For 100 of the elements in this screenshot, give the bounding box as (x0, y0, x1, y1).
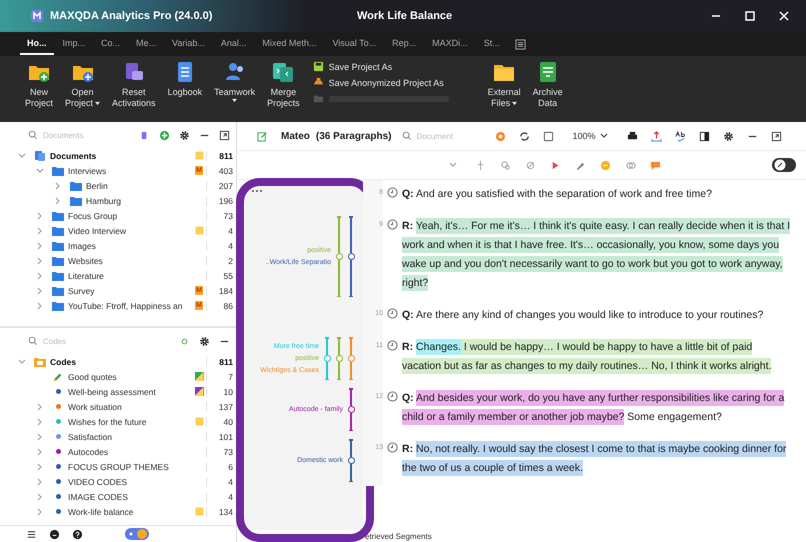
tree-item-label[interactable]: Focus Group (68, 210, 192, 220)
close-icon[interactable] (778, 10, 790, 22)
ribbon-tab[interactable]: Rep... (385, 33, 424, 55)
ribbon-small-button[interactable]: Save Anonymized Project As (312, 76, 449, 89)
ribbon-small-button[interactable]: Save Project As (312, 60, 449, 73)
ribbon-button[interactable]: New Project (22, 60, 56, 109)
tree-item-label[interactable]: Well-being assessment (68, 386, 192, 396)
search-field[interactable]: Document (414, 130, 478, 142)
chevron-icon[interactable] (54, 182, 62, 190)
chevron-icon[interactable] (36, 418, 44, 426)
ribbon-tab[interactable]: St... (476, 33, 507, 55)
retrieved-segments-tab[interactable]: etrieved Segments (365, 532, 432, 540)
tree-item-label[interactable]: Codes (50, 356, 192, 366)
tree-item-label[interactable]: FOCUS GROUP THEMES (68, 462, 192, 472)
tree-item-label[interactable]: Autocodes (68, 446, 192, 456)
maximize-icon[interactable] (744, 10, 756, 22)
menu-icon[interactable] (26, 528, 37, 540)
undock-icon[interactable] (770, 130, 782, 142)
chevron-icon[interactable] (36, 402, 44, 410)
link-icon[interactable] (625, 160, 636, 170)
emoticon-icon[interactable] (600, 160, 611, 170)
tree-item-label[interactable]: Survey (68, 286, 192, 296)
tree-item-label[interactable]: Literature (68, 270, 192, 280)
tree-item-label[interactable]: Work-life balance (68, 506, 192, 516)
search-field[interactable]: Codes (41, 336, 105, 346)
ribbon-tab[interactable]: Co... (94, 33, 128, 55)
tree-item-label[interactable]: Websites (68, 256, 192, 266)
tree-item-label[interactable]: Interviews (68, 166, 192, 176)
split-view-icon[interactable] (698, 130, 710, 142)
ribbon-button[interactable]: Archive Data (530, 60, 566, 109)
export-icon[interactable] (650, 130, 662, 142)
edit-mode-toggle-icon[interactable] (772, 158, 796, 172)
ribbon-tab[interactable]: Visual To... (325, 33, 384, 55)
uncode-icon[interactable] (525, 160, 536, 170)
settings-icon[interactable] (722, 130, 734, 142)
record-icon[interactable] (494, 130, 506, 142)
flag-icon[interactable] (194, 372, 204, 381)
chevron-icon[interactable] (36, 462, 44, 470)
chevron-icon[interactable] (36, 166, 44, 174)
tree-item-label[interactable]: YouTube: Ftroff, Happiness an (68, 300, 192, 310)
chevron-icon[interactable] (36, 256, 44, 264)
ribbon-button[interactable]: Teamwork (211, 60, 258, 103)
undock-icon[interactable] (219, 130, 230, 140)
help-icon[interactable] (72, 528, 83, 540)
ribbon-tab[interactable]: Imp... (56, 33, 92, 55)
chevron-icon[interactable] (36, 448, 44, 456)
clock-icon[interactable] (387, 442, 398, 453)
tree-item-label[interactable]: Video Interview (68, 226, 192, 236)
print-icon[interactable] (626, 130, 638, 142)
chevron-icon[interactable] (18, 358, 26, 366)
chevron-icon[interactable] (36, 492, 44, 500)
chevron-icon[interactable] (18, 152, 26, 160)
tree-item-label[interactable]: Good quotes (68, 372, 192, 382)
tree-item-label[interactable]: Berlin (86, 180, 192, 190)
tree-item-label[interactable]: Hamburg (86, 196, 192, 206)
tree-item-label[interactable]: Satisfaction (68, 432, 192, 442)
chevron-icon[interactable] (36, 508, 44, 516)
settings-icon[interactable] (179, 130, 190, 140)
tree-item-label[interactable]: VIDEO CODES (68, 476, 192, 486)
highlight-icon[interactable] (550, 160, 561, 170)
clock-icon[interactable] (387, 340, 398, 351)
tree-item-label[interactable]: IMAGE CODES (68, 492, 192, 502)
chevron-icon[interactable] (36, 226, 44, 234)
zoom-dropdown[interactable]: 100% (566, 130, 614, 142)
tree-item-label[interactable]: Documents (50, 150, 192, 160)
tree-item-label[interactable]: Wishes for the future (68, 416, 192, 426)
chevron-icon[interactable] (36, 272, 44, 280)
chevron-icon[interactable] (36, 242, 44, 250)
pin-icon[interactable] (475, 160, 486, 170)
sync-icon[interactable] (518, 130, 530, 142)
clock-icon[interactable] (387, 187, 398, 198)
code-stripe[interactable] (347, 216, 355, 297)
ribbon-tab[interactable]: Anal... (214, 33, 254, 55)
ribbon-button[interactable]: Merge Projects (264, 60, 303, 109)
ribbon-button[interactable]: Logbook (164, 60, 206, 98)
settings-icon[interactable] (199, 336, 210, 346)
code-stripe[interactable] (347, 439, 355, 482)
tree-item-label[interactable]: Work situation (68, 402, 192, 412)
ribbon-tab[interactable]: Mixed Meth... (255, 33, 324, 55)
chevron-icon[interactable] (36, 432, 44, 440)
code-stripe[interactable] (347, 388, 355, 431)
code-icon[interactable] (500, 160, 511, 170)
add-icon[interactable] (159, 130, 170, 140)
chevron-icon[interactable] (36, 212, 44, 220)
toggle-icon[interactable] (125, 528, 149, 540)
chevron-icon[interactable] (36, 286, 44, 294)
ribbon-button[interactable]: Open Project (62, 60, 104, 109)
panel-icon[interactable] (514, 38, 526, 50)
ribbon-tab[interactable]: MAXDi... (425, 33, 475, 55)
ribbon-tab[interactable]: Variab... (165, 33, 212, 55)
clock-icon[interactable] (387, 391, 398, 402)
chevron-icon[interactable] (54, 196, 62, 204)
ribbon-button[interactable]: External Files (484, 60, 524, 109)
spellcheck-icon[interactable] (674, 130, 686, 142)
tree-item-label[interactable]: Images (68, 240, 192, 250)
clock-icon[interactable] (387, 308, 398, 319)
comment-icon[interactable] (650, 160, 661, 170)
search-field[interactable]: Documents (41, 130, 105, 140)
clock-icon[interactable] (387, 219, 398, 230)
ribbon-button[interactable]: Reset Activations (109, 60, 159, 109)
